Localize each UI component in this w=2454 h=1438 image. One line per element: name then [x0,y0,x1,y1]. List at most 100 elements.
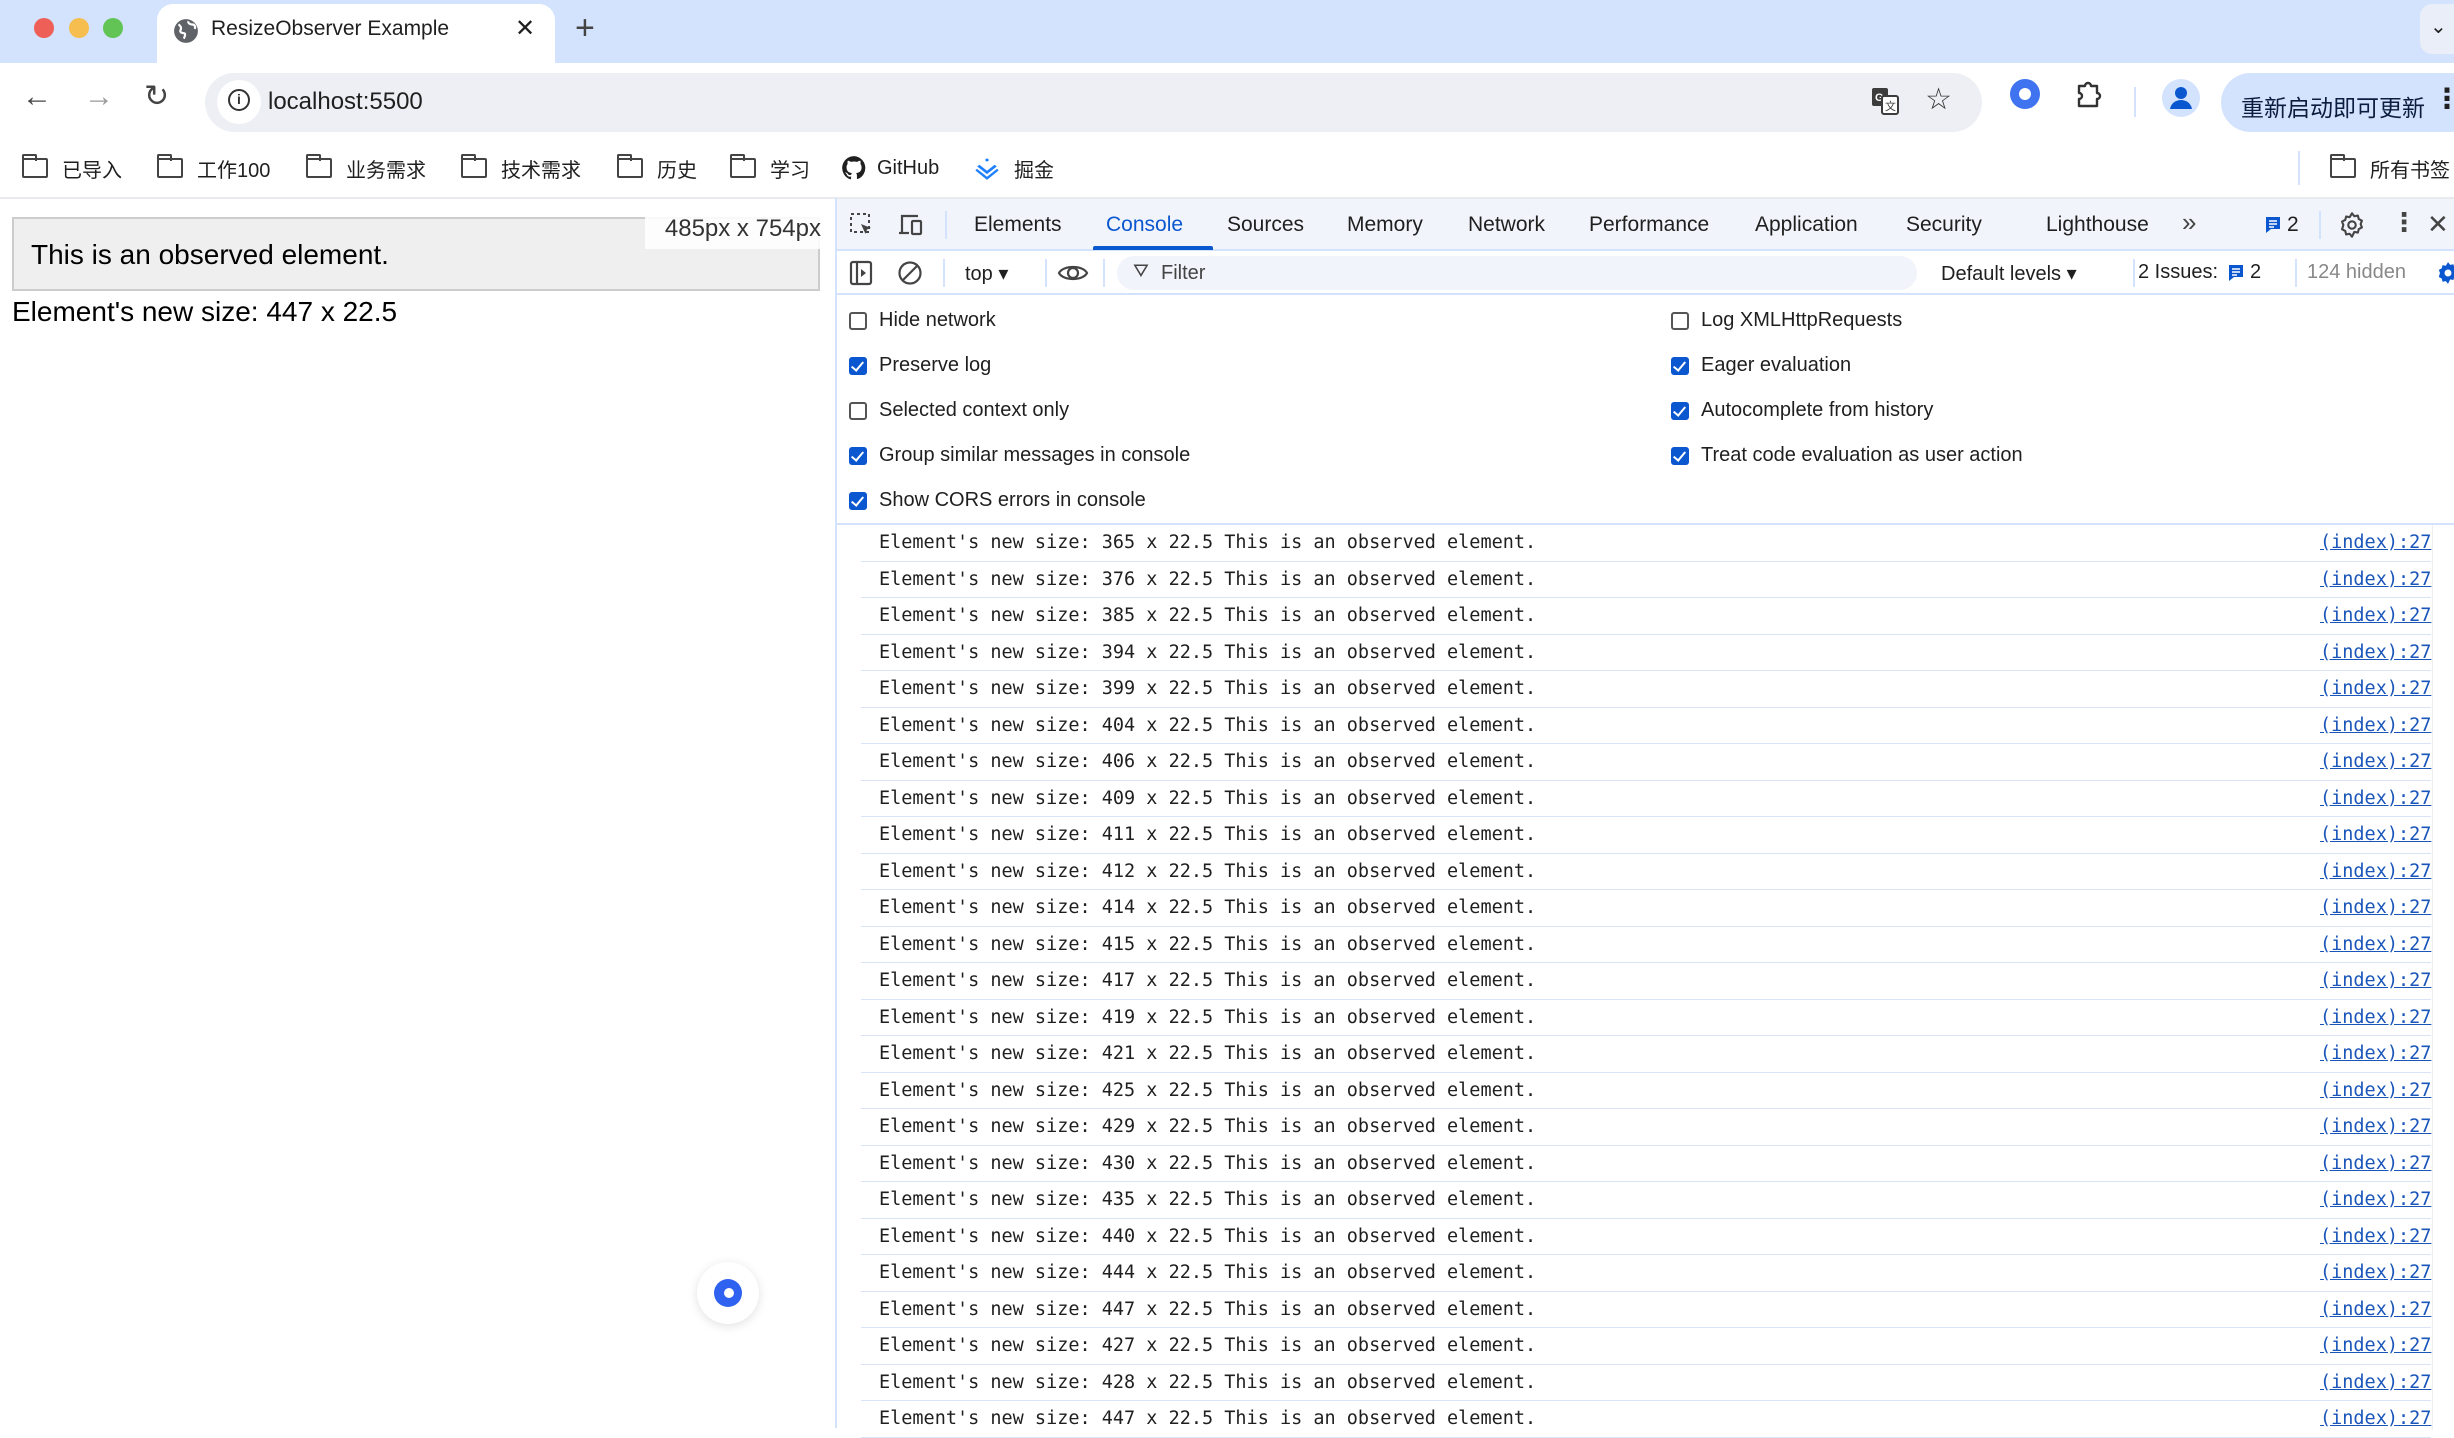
setting-log-xhr[interactable]: Log XMLHttpRequests [1671,309,1902,332]
source-link[interactable]: (index):27 [2320,1080,2431,1101]
setting-hide-network[interactable]: Hide network [849,309,996,332]
source-link[interactable]: (index):27 [2320,1116,2431,1137]
source-link[interactable]: (index):27 [2320,532,2431,553]
clear-console-icon[interactable] [897,260,923,286]
setting-group-similar[interactable]: Group similar messages in console [849,444,1190,467]
devtools-tab-performance[interactable]: Performance [1589,213,1709,237]
checkbox[interactable] [849,401,867,420]
issues-counter[interactable]: 2 [2265,213,2299,237]
browser-menu-icon[interactable]: ⋮ [2433,82,2454,115]
settings-gear-icon[interactable] [2338,211,2366,239]
extensions-puzzle-icon[interactable] [2074,79,2104,109]
source-link[interactable]: (index):27 [2320,1043,2431,1064]
all-bookmarks-folder[interactable]: 所有书签 [2329,151,2450,185]
sidebar-toggle-icon[interactable] [849,260,873,286]
source-link[interactable]: (index):27 [2320,861,2431,882]
back-button[interactable]: ← [22,79,52,115]
address-bar[interactable]: i localhost:5500 G 文 ☆ [205,73,1982,132]
source-link[interactable]: (index):27 [2320,1299,2431,1320]
bookmark-folder-tech[interactable]: 技术需求 [460,151,581,185]
source-link[interactable]: (index):27 [2320,1372,2431,1393]
bookmark-folder-business[interactable]: 业务需求 [305,151,426,185]
bookmark-folder-history[interactable]: 历史 [616,151,697,185]
bookmark-folder-work100[interactable]: 工作100 [156,151,270,185]
devtools-tab-memory[interactable]: Memory [1347,213,1423,237]
window-minimize-button[interactable] [69,18,89,38]
source-link[interactable]: (index):27 [2320,934,2431,955]
issues-summary[interactable]: 2 Issues: 2 [2138,261,2261,284]
devtools-tab-network[interactable]: Network [1468,213,1545,237]
window-close-button[interactable] [34,18,54,38]
profile-avatar[interactable] [2162,79,2200,117]
bookmark-github[interactable]: GitHub [841,151,939,185]
checkbox[interactable] [1671,311,1689,330]
devtools-tab-lighthouse[interactable]: Lighthouse [2046,213,2149,237]
source-link[interactable]: (index):27 [2320,1408,2431,1429]
relaunch-update-button[interactable]: 重新启动即可更新 ⋮ [2221,73,2454,132]
source-link[interactable]: (index):27 [2320,715,2431,736]
devtools-tab-security[interactable]: Security [1906,213,1982,237]
console-settings-gear-icon[interactable] [2435,260,2454,286]
url-text[interactable]: localhost:5500 [268,88,423,116]
bookmark-folder-study[interactable]: 学习 [729,151,810,185]
live-expression-eye-icon[interactable] [1057,261,1089,285]
console-message-text: Element's new size: 429 x 22.5 This is a… [879,1116,1537,1137]
devtools-tab-elements[interactable]: Elements [974,213,1062,237]
translate-icon[interactable]: G 文 [1870,86,1900,116]
devtools-tab-application[interactable]: Application [1755,213,1858,237]
checkbox[interactable] [849,311,867,330]
source-link[interactable]: (index):27 [2320,970,2431,991]
extension-icon[interactable] [2010,79,2040,109]
checkbox[interactable] [849,446,867,465]
site-info-button[interactable]: i [217,80,261,124]
source-link[interactable]: (index):27 [2320,1007,2431,1028]
source-link[interactable]: (index):27 [2320,1189,2431,1210]
source-link[interactable]: (index):27 [2320,605,2431,626]
setting-show-cors-errors[interactable]: Show CORS errors in console [849,489,1146,512]
source-link[interactable]: (index):27 [2320,788,2431,809]
source-link[interactable]: (index):27 [2320,569,2431,590]
devtools-tab-console[interactable]: Console [1106,213,1183,237]
checkbox[interactable] [1671,446,1689,465]
source-link[interactable]: (index):27 [2320,1226,2431,1247]
source-link[interactable]: (index):27 [2320,751,2431,772]
checkbox[interactable] [849,491,867,510]
source-link[interactable]: (index):27 [2320,1262,2431,1283]
close-devtools-icon[interactable]: ✕ [2427,209,2449,240]
setting-preserve-log[interactable]: Preserve log [849,354,991,377]
log-levels-dropdown[interactable]: Default levels ▾ [1941,261,2077,286]
source-link[interactable]: (index):27 [2320,1335,2431,1356]
console-filter-input[interactable]: ⛛ Filter [1117,256,1917,290]
source-link[interactable]: (index):27 [2320,1153,2431,1174]
inspect-element-icon[interactable] [849,212,875,238]
source-link[interactable]: (index):27 [2320,642,2431,663]
tab-close-icon[interactable]: ✕ [515,14,535,43]
devtools-tab-sources[interactable]: Sources [1227,213,1304,237]
tab-resizeobserver-example[interactable]: ResizeObserver Example ✕ [157,4,555,63]
setting-selected-context-only[interactable]: Selected context only [849,399,1069,422]
more-tabs-icon[interactable]: » [2182,207,2196,238]
reload-button[interactable]: ↻ [144,79,169,115]
forward-button[interactable]: → [84,79,114,115]
source-link[interactable]: (index):27 [2320,897,2431,918]
context-selector[interactable]: top ▾ [965,261,1008,286]
checkbox[interactable] [1671,401,1689,420]
checkbox[interactable] [849,356,867,375]
tab-search-button[interactable]: ⌄ [2420,4,2454,54]
console-scrollbar[interactable] [2432,525,2454,1430]
source-link[interactable]: (index):27 [2320,824,2431,845]
bookmark-star-icon[interactable]: ☆ [1925,82,1952,117]
floating-extension-button[interactable] [697,1262,759,1324]
checkbox[interactable] [1671,356,1689,375]
source-link[interactable]: (index):27 [2320,678,2431,699]
bookmark-folder-imported[interactable]: 已导入 [21,151,122,185]
setting-treat-code-eval[interactable]: Treat code evaluation as user action [1671,444,2023,467]
window-maximize-button[interactable] [103,18,123,38]
setting-autocomplete-history[interactable]: Autocomplete from history [1671,399,1933,422]
new-tab-button[interactable]: + [575,8,595,48]
bookmark-juejin[interactable]: 掘金 [974,151,1054,185]
devtools-divider [945,211,947,239]
devtools-menu-icon[interactable]: ⋮ [2391,207,2417,238]
setting-eager-evaluation[interactable]: Eager evaluation [1671,354,1851,377]
device-toolbar-icon[interactable] [897,212,925,238]
